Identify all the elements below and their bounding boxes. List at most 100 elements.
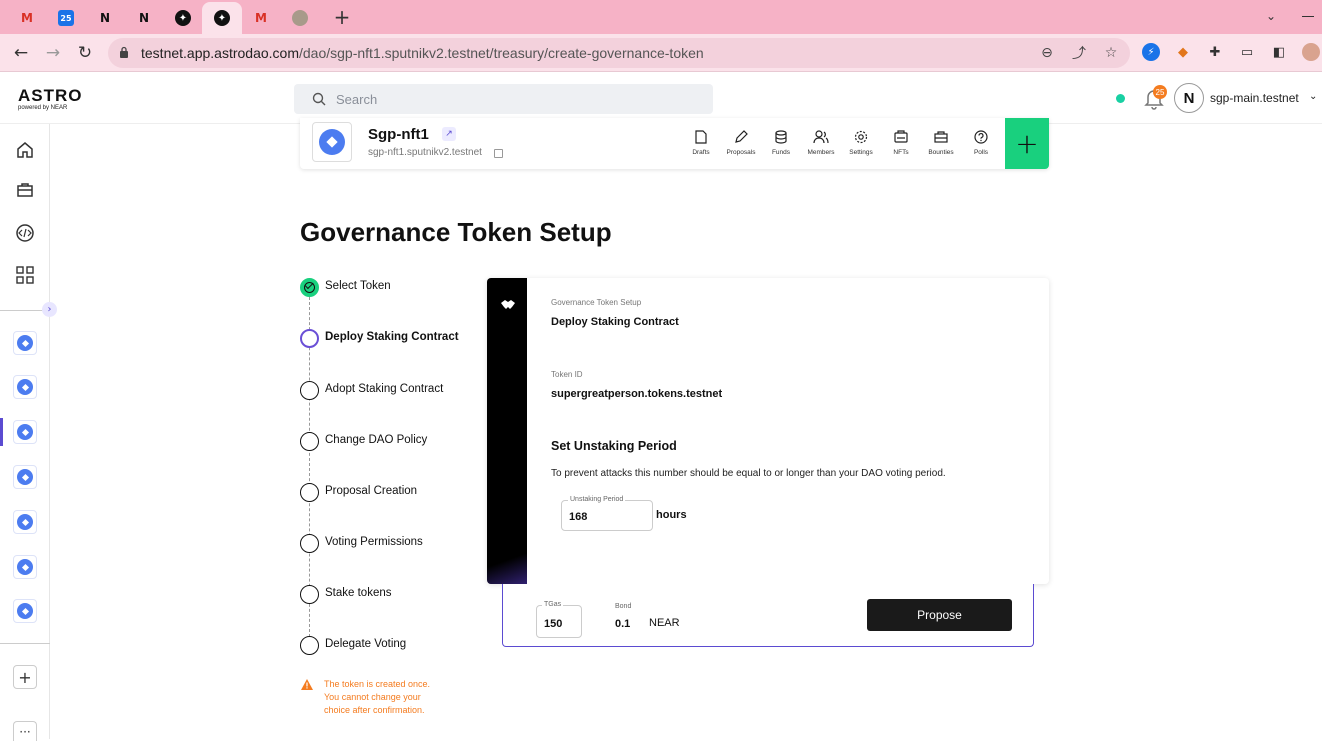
dao-nav-polls[interactable]: Polls <box>961 130 1001 156</box>
token-id-label: Token ID <box>551 370 583 379</box>
unstaking-period-label: Unstaking Period <box>568 496 626 503</box>
new-tab-button[interactable]: + <box>330 5 354 29</box>
profile-avatar[interactable] <box>1302 43 1320 61</box>
address-bar[interactable]: testnet.app.astrodao.com/dao/sgp-nft1.sp… <box>108 38 1130 68</box>
dao-id: sgp-nft1.sputnikv2.testnet <box>368 147 482 158</box>
external-link-icon[interactable]: ↗ <box>442 127 456 141</box>
tab-gmail-2[interactable]: M <box>244 4 278 32</box>
url-path: /dao/sgp-nft1.sputnikv2.testnet/treasury… <box>299 45 704 61</box>
logo-text: ASTRO <box>18 86 83 105</box>
account-avatar[interactable]: N <box>1174 83 1204 113</box>
dao-nav-proposals[interactable]: Proposals <box>721 130 761 156</box>
home-icon[interactable] <box>14 139 36 161</box>
sidebar-divider-2 <box>0 643 50 644</box>
zoom-icon[interactable]: ⊖ <box>1038 44 1056 62</box>
dao-nav-label: Settings <box>849 149 873 156</box>
card-title: Deploy Staking Contract <box>551 316 679 328</box>
step-todo-icon <box>300 636 319 655</box>
tgas-input[interactable]: TGas 150 <box>536 601 582 638</box>
app-header: ASTRO powered by NEAR 25 N sgp-main.test… <box>0 73 1322 124</box>
minimize-icon[interactable] <box>1302 16 1314 17</box>
unstaking-section-description: To prevent attacks this number should be… <box>551 468 946 479</box>
sidebar-dao-3-active[interactable] <box>13 420 37 444</box>
dao-nav-settings[interactable]: Settings <box>841 130 881 156</box>
step-label: Delegate Voting <box>325 638 407 650</box>
astro-icon: ✦ <box>214 10 230 26</box>
members-icon <box>813 130 829 144</box>
dao-nav-nfts[interactable]: NFTs <box>881 130 921 156</box>
tab-astro-active[interactable]: ✦ <box>202 2 242 34</box>
dao-nav-bounties[interactable]: Bounties <box>921 130 961 156</box>
step-label: Stake tokens <box>325 587 392 599</box>
tab-near-2[interactable]: N <box>127 4 161 32</box>
sidebar-expand-chevron-icon[interactable]: › <box>42 302 57 317</box>
tgas-label: TGas <box>542 601 564 608</box>
sidepanel-icon[interactable]: ◧ <box>1270 43 1288 61</box>
handshake-icon <box>501 300 515 309</box>
reload-button[interactable]: ↻ <box>74 42 96 64</box>
dao-nav-members[interactable]: Members <box>801 130 841 156</box>
sidebar-dao-4[interactable] <box>13 465 37 489</box>
tab-near-1[interactable]: N <box>88 4 122 32</box>
bond-label: Bond <box>615 603 632 610</box>
step-todo-icon <box>300 534 319 553</box>
gmail-icon: M <box>21 11 33 25</box>
unstaking-period-unit: hours <box>656 509 687 521</box>
account-name[interactable]: sgp-main.testnet <box>1210 91 1299 105</box>
apps-grid-icon[interactable] <box>14 264 36 286</box>
unstaking-period-input[interactable]: Unstaking Period 168 <box>561 496 653 531</box>
search-bar[interactable] <box>294 84 713 114</box>
card-kicker: Governance Token Setup <box>551 298 642 307</box>
sidebar-dao-7[interactable] <box>13 599 37 623</box>
search-icon <box>312 92 326 106</box>
sidebar-dao-6[interactable] <box>13 555 37 579</box>
tab-astro-1[interactable]: ✦ <box>166 4 200 32</box>
propose-button[interactable]: Propose <box>867 599 1012 631</box>
create-dao-button[interactable]: + <box>13 665 37 689</box>
astro-logo[interactable]: ASTRO powered by NEAR <box>18 86 83 111</box>
calendar-icon: 25 <box>58 10 74 26</box>
question-icon <box>974 130 988 144</box>
bookmark-star-icon[interactable]: ☆ <box>1102 44 1120 62</box>
search-input[interactable] <box>336 89 696 109</box>
near-icon: N <box>99 11 111 25</box>
browser-toolbar: ← → ↻ testnet.app.astrodao.com/dao/sgp-n… <box>0 34 1322 72</box>
dao-nav-funds[interactable]: Funds <box>761 130 801 156</box>
step-todo-icon <box>300 483 319 502</box>
tab-gmail[interactable]: M <box>10 4 44 32</box>
create-proposal-button[interactable]: + <box>1005 118 1049 169</box>
extension-icon <box>292 10 308 26</box>
puzzle-icon[interactable]: ✚ <box>1206 43 1224 61</box>
sidebar-dao-5[interactable] <box>13 510 37 534</box>
dao-nav-label: NFTs <box>893 149 909 156</box>
deploy-staking-card: Governance Token Setup Deploy Staking Co… <box>487 278 1049 584</box>
cast-icon[interactable]: ▭ <box>1238 43 1256 61</box>
step-label: Select Token <box>325 280 391 292</box>
tab-list-chevron-icon[interactable]: ⌄ <box>1266 9 1276 23</box>
more-icon[interactable]: ··· <box>13 721 37 741</box>
dao-nav-drafts[interactable]: Drafts <box>681 130 721 156</box>
tab-extension[interactable] <box>283 4 317 32</box>
dao-nav-label: Bounties <box>928 149 954 156</box>
coins-icon <box>775 130 787 144</box>
back-button[interactable]: ← <box>10 42 32 64</box>
forward-button[interactable]: → <box>42 42 64 64</box>
extension-bolt-icon[interactable]: ⚡ <box>1142 43 1160 61</box>
briefcase-icon[interactable] <box>14 179 36 201</box>
copy-icon[interactable] <box>494 149 503 158</box>
chevron-down-icon[interactable]: ⌄ <box>1309 91 1317 102</box>
tgas-value[interactable]: 150 <box>544 618 562 630</box>
gmail-icon: M <box>255 11 267 25</box>
dao-logo[interactable] <box>312 122 352 162</box>
share-icon[interactable]: ⤴ <box>1070 44 1088 62</box>
browser-tab-bar: M 25 N N ✦ ✦ M + ⌄ <box>0 0 1322 34</box>
sidebar-dao-2[interactable] <box>13 375 37 399</box>
step-current-icon <box>300 329 319 348</box>
drafts-icon <box>695 130 707 144</box>
dao-name[interactable]: Sgp-nft1 <box>368 126 429 143</box>
tab-calendar[interactable]: 25 <box>49 4 83 32</box>
unstaking-period-value[interactable]: 168 <box>569 511 587 523</box>
metamask-icon[interactable]: ◆ <box>1174 43 1192 61</box>
code-icon[interactable] <box>14 222 36 244</box>
sidebar-dao-1[interactable] <box>13 331 37 355</box>
